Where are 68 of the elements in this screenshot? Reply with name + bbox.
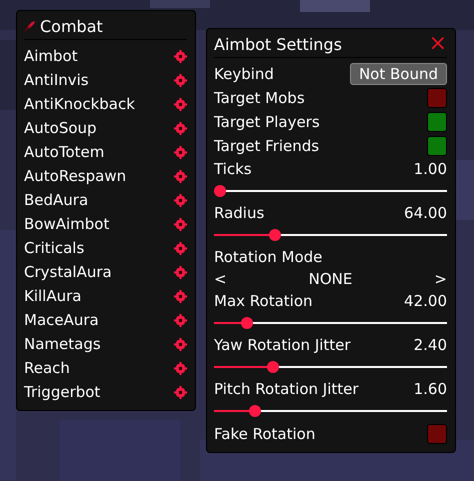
settings-icon[interactable] <box>174 122 187 134</box>
setting-label: Rotation Mode <box>214 247 324 268</box>
settings-icon[interactable] <box>174 194 187 206</box>
slider[interactable] <box>214 317 447 329</box>
checkbox[interactable] <box>427 136 447 156</box>
settings-icon[interactable] <box>174 362 187 374</box>
settings-icon[interactable] <box>174 242 187 254</box>
setting-value: 1.00 <box>414 160 447 178</box>
module-item[interactable]: AutoTotem <box>24 143 104 161</box>
slider-thumb[interactable] <box>267 361 280 373</box>
checkbox[interactable] <box>427 88 447 108</box>
setting-value: 64.00 <box>404 204 447 222</box>
panel-title: Combat <box>40 16 103 36</box>
module-item[interactable]: KillAura <box>24 287 82 305</box>
slider-thumb[interactable] <box>249 405 262 417</box>
slider[interactable] <box>214 185 447 197</box>
setting-label: Max Rotation <box>214 292 313 310</box>
module-item[interactable]: BowAimbot <box>24 215 110 233</box>
mode-value: NONE <box>308 270 352 288</box>
setting-label: Radius <box>214 204 264 222</box>
module-item[interactable]: Triggerbot <box>24 383 100 401</box>
module-item[interactable]: CrystalAura <box>24 263 112 281</box>
checkbox[interactable] <box>427 424 447 444</box>
settings-icon[interactable] <box>174 218 187 230</box>
slider[interactable] <box>214 361 447 373</box>
checkbox[interactable] <box>427 112 447 132</box>
feather-icon <box>24 20 36 32</box>
settings-icon[interactable] <box>174 314 187 326</box>
setting-label: Target Friends <box>214 137 320 155</box>
previous-button[interactable]: < <box>214 270 227 288</box>
settings-icon[interactable] <box>174 74 187 86</box>
setting-label: Pitch Rotation Jitter <box>214 380 359 398</box>
setting-label: Target Mobs <box>214 89 305 107</box>
setting-value: 42.00 <box>404 292 447 310</box>
settings-icon[interactable] <box>174 98 187 110</box>
module-item[interactable]: AutoRespawn <box>24 167 126 185</box>
settings-icon[interactable] <box>174 290 187 302</box>
module-item[interactable]: Reach <box>24 359 70 377</box>
keybind-button[interactable]: Not Bound <box>350 63 447 85</box>
module-item[interactable]: Aimbot <box>24 47 78 65</box>
slider-thumb[interactable] <box>214 185 226 197</box>
module-item[interactable]: AutoSoup <box>24 119 97 137</box>
module-item[interactable]: Nametags <box>24 335 101 353</box>
module-item[interactable]: Criticals <box>24 239 84 257</box>
settings-icon[interactable] <box>174 338 187 350</box>
settings-icon[interactable] <box>174 386 187 398</box>
setting-value: 1.60 <box>414 380 447 398</box>
settings-icon[interactable] <box>174 266 187 278</box>
module-item[interactable]: MaceAura <box>24 311 99 329</box>
slider[interactable] <box>214 229 447 241</box>
panel-title: Aimbot Settings <box>214 34 342 54</box>
settings-icon[interactable] <box>174 146 187 158</box>
settings-icon[interactable] <box>174 170 187 182</box>
module-item[interactable]: AntiKnockback <box>24 95 135 113</box>
setting-label: Keybind <box>214 65 274 83</box>
module-item[interactable]: BedAura <box>24 191 88 209</box>
setting-value: 2.40 <box>414 336 447 354</box>
settings-icon[interactable] <box>174 50 187 62</box>
slider-thumb[interactable] <box>240 317 253 329</box>
slider[interactable] <box>214 405 447 417</box>
setting-label: Target Players <box>214 113 320 131</box>
close-button[interactable]: × <box>428 33 447 55</box>
slider-thumb[interactable] <box>269 229 282 241</box>
setting-label: Yaw Rotation Jitter <box>214 336 351 354</box>
setting-label: Ticks <box>214 160 252 178</box>
module-item[interactable]: AntiInvis <box>24 71 89 89</box>
setting-label: Fake Rotation <box>214 425 316 443</box>
next-button[interactable]: > <box>434 270 447 288</box>
